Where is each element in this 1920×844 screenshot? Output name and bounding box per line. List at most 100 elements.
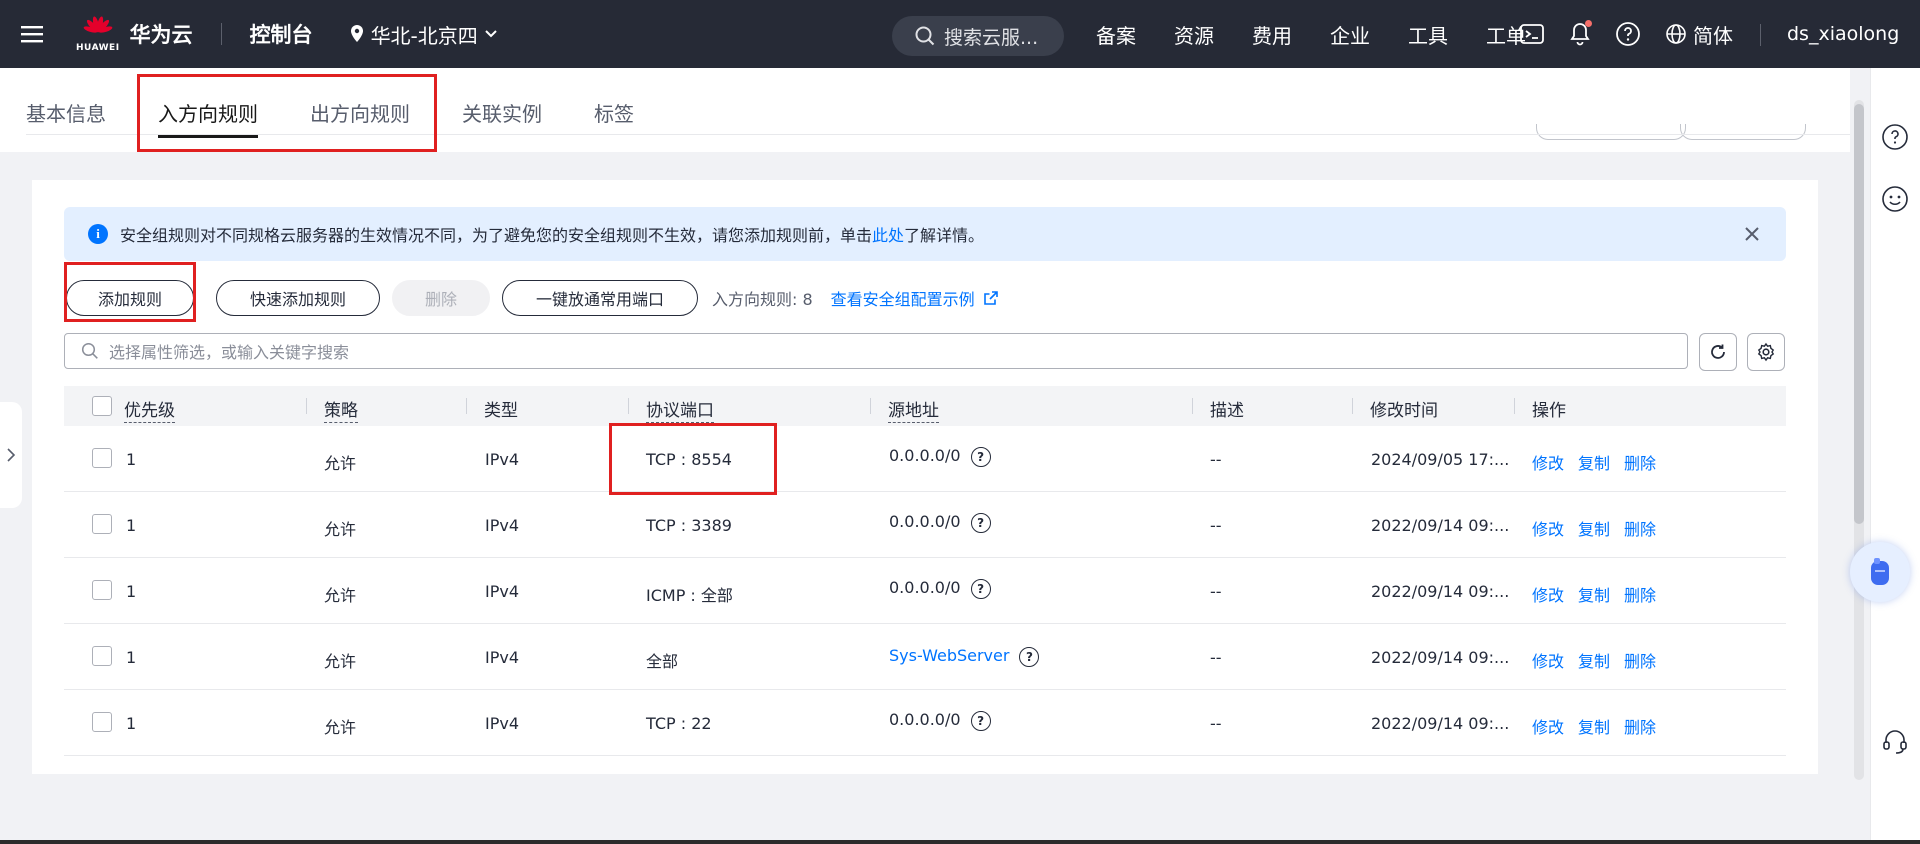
copy-link[interactable]: 复制 [1578,454,1610,473]
external-link-icon [983,291,998,305]
cell-modified-time: 2022/09/14 09:... [1371,714,1510,733]
cell-priority: 1 [126,714,137,733]
copy-link[interactable]: 复制 [1578,520,1610,539]
table-row: 1 允许 IPv4 全部 Sys-WebServer? -- 2022/09/1… [64,624,1786,690]
nav-item-filing[interactable]: 备案 [1096,20,1136,49]
close-icon[interactable] [1740,222,1764,246]
open-common-ports-button[interactable]: 一键放通常用端口 [502,280,698,316]
tab-basic-info[interactable]: 基本信息 [26,98,106,138]
delete-link[interactable]: 删除 [1624,652,1656,671]
tab-associated-instances[interactable]: 关联实例 [462,98,542,138]
help-icon[interactable] [1614,20,1642,48]
copy-link[interactable]: 复制 [1578,586,1610,605]
table-header: 优先级 策略 类型 协议端口 源地址 描述 修改时间 操作 [64,386,1786,426]
copy-link[interactable]: 复制 [1578,718,1610,737]
search-icon [81,342,98,359]
row-checkbox[interactable] [92,712,112,732]
help-icon[interactable]: ? [1019,646,1040,667]
bottom-edge [0,840,1920,844]
column-header-priority[interactable]: 优先级 [124,396,175,423]
refresh-icon [1711,344,1725,359]
global-search-input[interactable]: 搜索云服... [892,16,1064,56]
security-group-example-link[interactable]: 查看安全组配置示例 [831,286,999,310]
menu-icon[interactable] [0,20,64,48]
language-switcher[interactable]: 简体 [1665,0,1733,68]
info-icon: i [88,224,108,244]
column-header-port[interactable]: 协议端口 [646,396,714,423]
nav-item-billing[interactable]: 费用 [1252,20,1292,49]
source-address: 0.0.0.0/0 [889,578,961,597]
row-checkbox[interactable] [92,448,112,468]
assistant-floating-button[interactable] [1850,542,1910,602]
row-checkbox[interactable] [92,646,112,666]
cell-policy: 允许 [324,454,357,473]
cell-source: 0.0.0.0/0? [889,512,991,533]
table-row: 1 允许 IPv4 TCP : 3389 0.0.0.0/0? -- 2022/… [64,492,1786,558]
modify-link[interactable]: 修改 [1532,718,1564,737]
modify-link[interactable]: 修改 [1532,454,1564,473]
refresh-button[interactable] [1699,333,1737,371]
cell-operations: 修改 复制 删除 [1532,450,1670,474]
select-all-checkbox[interactable] [92,396,112,416]
tab-highlight-box [137,74,437,152]
cell-priority: 1 [126,582,137,601]
column-header-operations: 操作 [1532,401,1566,421]
console-link[interactable]: 控制台 [250,19,313,49]
help-icon[interactable]: ? [970,446,991,467]
nav-item-resources[interactable]: 资源 [1174,20,1214,49]
scrollbar-thumb[interactable] [1854,104,1864,524]
help-icon[interactable]: ? [970,578,991,599]
delete-link[interactable]: 删除 [1624,718,1656,737]
top-navigation-bar: HUAWEI 华为云 控制台 华北-北京四 搜索云服... 备案 资源 费用 企… [0,0,1920,68]
sidebar-expand-handle[interactable] [0,402,22,508]
column-header-source[interactable]: 源地址 [888,396,939,423]
cell-modified-time: 2024/09/05 17:... [1371,450,1510,469]
source-address: 0.0.0.0/0 [889,512,961,531]
column-divider [1514,398,1515,414]
nav-item-enterprise[interactable]: 企业 [1330,20,1370,49]
help-icon[interactable] [1880,122,1910,152]
huawei-cloud-logo[interactable]: HUAWEI 华为云 [76,15,193,53]
notification-dot [1585,20,1592,27]
info-notice: i 安全组规则对不同规格云服务器的生效情况不同，为了避免您的安全组规则不生效，请… [64,207,1786,261]
cell-policy: 允许 [324,520,357,539]
modify-link[interactable]: 修改 [1532,586,1564,605]
user-account-menu[interactable]: ds_xiaolong [1787,0,1899,68]
column-header-policy[interactable]: 策略 [324,396,358,423]
cell-port: TCP : 3389 [646,516,732,535]
help-icon[interactable]: ? [970,710,991,731]
cell-policy: 允许 [324,586,357,605]
customer-service-headset-icon[interactable] [1880,726,1910,756]
copy-link[interactable]: 复制 [1578,652,1610,671]
tab-tags[interactable]: 标签 [594,98,634,138]
notice-text-after: 了解详情。 [904,226,985,245]
delete-link[interactable]: 删除 [1624,520,1656,539]
region-selector[interactable]: 华北-北京四 [349,20,498,49]
notification-bell-icon[interactable] [1566,20,1594,48]
delete-button[interactable]: 删除 [392,280,490,316]
notice-details-link[interactable]: 此处 [872,222,904,246]
cell-source: 0.0.0.0/0? [889,710,991,731]
row-checkbox[interactable] [92,514,112,534]
help-icon[interactable]: ? [970,512,991,533]
location-pin-icon [350,25,363,42]
divider [1760,24,1761,46]
row-checkbox[interactable] [92,580,112,600]
delete-link[interactable]: 删除 [1624,454,1656,473]
filter-search-input[interactable]: 选择属性筛选，或输入关键字搜索 [64,333,1688,369]
delete-link[interactable]: 删除 [1624,586,1656,605]
feedback-smile-icon[interactable] [1880,184,1910,214]
table-row: 1 允许 IPv4 TCP : 8554 0.0.0.0/0? -- 2024/… [64,426,1786,492]
column-divider [628,398,629,414]
nav-item-tools[interactable]: 工具 [1408,20,1448,49]
cloud-shell-icon[interactable] [1518,20,1546,48]
cell-description: -- [1210,450,1222,469]
settings-button[interactable] [1747,333,1785,371]
modify-link[interactable]: 修改 [1532,652,1564,671]
top-nav-links: 备案 资源 费用 企业 工具 工单 [1096,0,1564,68]
search-placeholder: 搜索云服... [944,26,1039,49]
modify-link[interactable]: 修改 [1532,520,1564,539]
source-group-link[interactable]: Sys-WebServer [889,646,1009,665]
filter-placeholder: 选择属性筛选，或输入关键字搜索 [109,343,350,362]
quick-add-rule-button[interactable]: 快速添加规则 [216,280,380,316]
